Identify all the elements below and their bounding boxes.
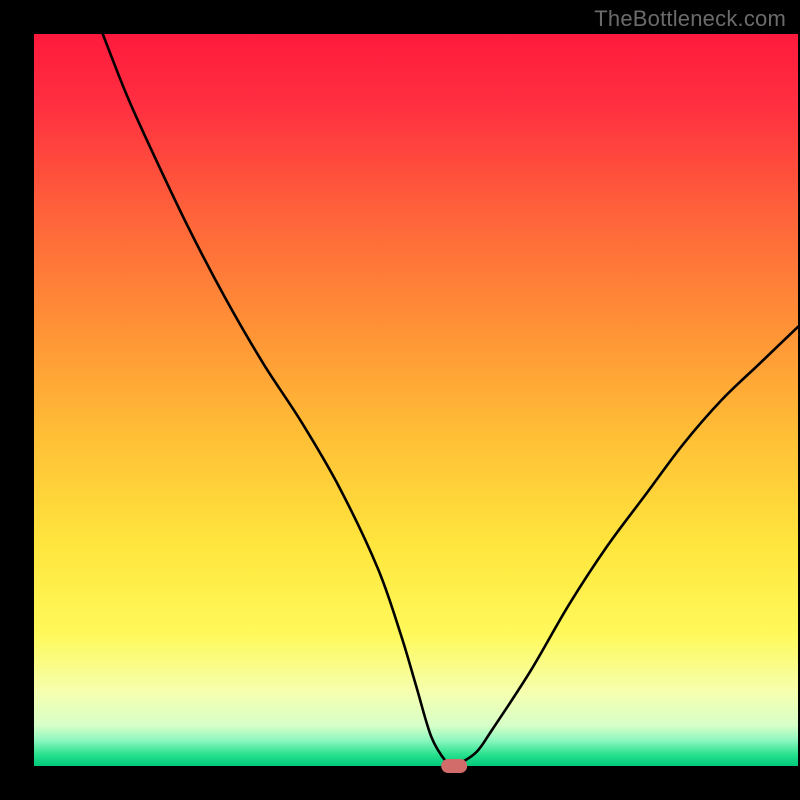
- optimal-marker: [441, 759, 467, 773]
- chart-frame: TheBottleneck.com: [0, 0, 800, 800]
- bottleneck-chart: [0, 0, 800, 800]
